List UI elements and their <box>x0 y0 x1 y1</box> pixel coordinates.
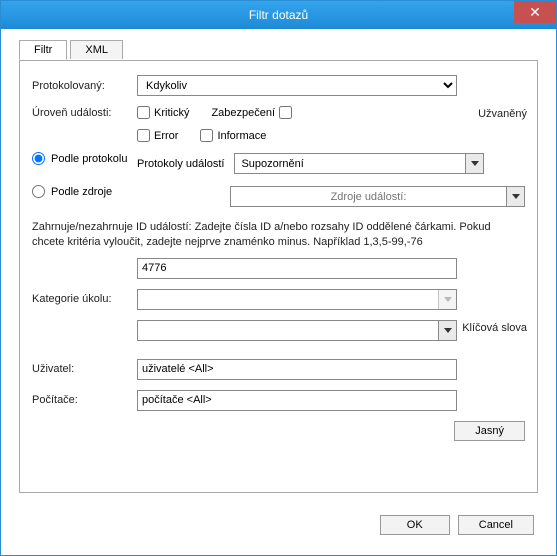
label-user: Uživatel: <box>32 363 137 375</box>
keywords-combo[interactable] <box>137 320 457 341</box>
task-category-combo[interactable] <box>137 289 457 310</box>
tab-xml[interactable]: XML <box>70 40 123 59</box>
dialog-body: Filtr XML Protokolovaný: Kdykoliv Úroveň… <box>3 29 554 553</box>
radio-by-log[interactable] <box>32 152 45 165</box>
checkbox-security[interactable] <box>279 106 292 119</box>
logged-select[interactable]: Kdykoliv <box>137 75 457 96</box>
checkbox-information[interactable] <box>200 129 213 142</box>
label-user-suffix: Užvaněný <box>478 108 527 120</box>
event-logs-input[interactable] <box>235 154 465 173</box>
task-category-dropdown-button[interactable] <box>438 290 456 309</box>
event-sources-input[interactable] <box>231 187 506 206</box>
user-input[interactable] <box>137 359 457 380</box>
checkbox-security-wrap[interactable]: Zabezpečení <box>211 106 292 119</box>
filter-panel: Protokolovaný: Kdykoliv Úroveň události:… <box>19 61 538 493</box>
radio-by-source[interactable] <box>32 185 45 198</box>
label-logged: Protokolovaný: <box>32 80 137 92</box>
chevron-down-icon <box>444 328 452 333</box>
chevron-down-icon <box>444 297 452 302</box>
checkbox-error-label: Error <box>154 130 178 142</box>
task-category-input[interactable] <box>138 290 438 309</box>
checkbox-critical-label: Kritický <box>154 107 189 119</box>
checkbox-error[interactable] <box>137 129 150 142</box>
chevron-down-icon <box>512 194 520 199</box>
label-event-level: Úroveň události: <box>32 107 137 119</box>
checkbox-critical-wrap[interactable]: Kritický <box>137 106 189 119</box>
cancel-button[interactable]: Cancel <box>458 515 534 535</box>
close-icon: ✕ <box>529 4 541 21</box>
ok-button[interactable]: OK <box>380 515 450 535</box>
checkbox-security-label: Zabezpečení <box>211 107 275 119</box>
tab-filter[interactable]: Filtr <box>19 40 67 60</box>
event-sources-combo[interactable] <box>230 186 525 207</box>
checkbox-information-label: Informace <box>217 130 266 142</box>
chevron-down-icon <box>471 161 479 166</box>
tab-strip: Filtr XML <box>19 39 538 61</box>
computers-input[interactable] <box>137 390 457 411</box>
event-logs-dropdown-button[interactable] <box>465 154 483 173</box>
clear-button[interactable]: Jasný <box>454 421 525 441</box>
close-button[interactable]: ✕ <box>514 1 556 23</box>
event-logs-combo[interactable] <box>234 153 484 174</box>
checkbox-information-wrap[interactable]: Informace <box>200 129 266 142</box>
label-event-logs: Protokoly událostí <box>137 158 230 170</box>
event-ids-input[interactable] <box>137 258 457 279</box>
keywords-input[interactable] <box>138 321 438 340</box>
label-computers: Počítače: <box>32 394 137 406</box>
label-task-category: Kategorie úkolu: <box>32 293 137 305</box>
titlebar: Filtr dotazů ✕ <box>1 1 556 29</box>
window-title: Filtr dotazů <box>249 8 308 22</box>
keywords-dropdown-button[interactable] <box>438 321 456 340</box>
dialog-button-bar: OK Cancel <box>380 515 534 535</box>
checkbox-critical[interactable] <box>137 106 150 119</box>
checkbox-error-wrap[interactable]: Error <box>137 129 178 142</box>
event-id-help-text: Zahrnuje/nezahrnuje ID událostí: Zadejte… <box>32 220 525 250</box>
label-keywords: Klíčová slova <box>462 322 527 334</box>
event-sources-dropdown-button[interactable] <box>506 187 524 206</box>
dialog-window: Filtr dotazů ✕ Filtr XML Protokolovaný: … <box>0 0 557 556</box>
radio-by-source-label: Podle zdroje <box>51 186 112 198</box>
radio-by-log-label: Podle protokolu <box>51 153 127 165</box>
